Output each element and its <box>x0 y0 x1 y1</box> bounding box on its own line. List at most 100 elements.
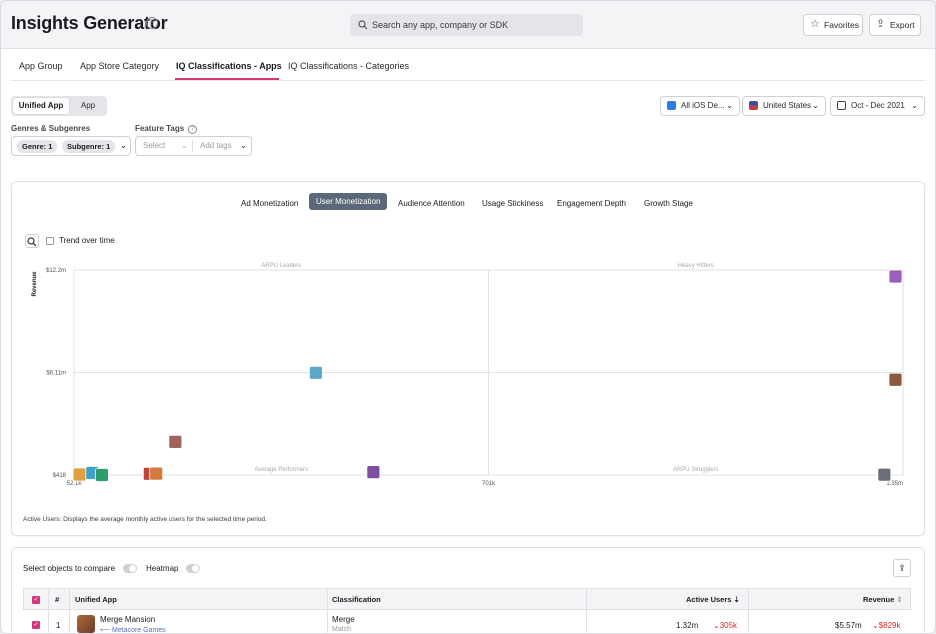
revenue-delta: ⌄$829k <box>872 621 901 630</box>
column-classification[interactable]: Classification <box>332 595 381 604</box>
app-data-point <box>877 467 892 482</box>
select-all-checkbox[interactable]: ✓ <box>32 596 40 604</box>
feature-tags-label: Feature Tags <box>135 124 185 133</box>
app-data-point <box>888 372 903 387</box>
sort-icon: ⇕ <box>896 595 903 604</box>
sort-desc-icon: ⇣ <box>733 595 740 604</box>
date-range-select[interactable]: Oct - Dec 2021 ⌄ <box>830 96 925 116</box>
favorites-button[interactable]: ☆ Favorites <box>803 14 863 36</box>
top-header: Insights Generator ? Search any app, com… <box>1 1 935 49</box>
chevron-down-icon: ⌄ <box>911 101 918 110</box>
upload-icon: ⇪ <box>876 18 886 30</box>
column-divider <box>327 588 328 633</box>
chevron-down-icon: ⌄ <box>181 141 188 150</box>
quadrant-label: ARPU Strugglers <box>673 467 719 473</box>
active-users-value: 1.32m <box>676 621 699 630</box>
column-unified-app[interactable]: Unified App <box>75 595 117 604</box>
search-placeholder: Search any app, company or SDK <box>372 20 509 30</box>
tab-divider <box>11 80 925 81</box>
device-select[interactable]: All iOS De... ⌄ <box>660 96 740 116</box>
search-icon <box>358 20 368 30</box>
publisher-name: Metacore Games <box>111 627 166 634</box>
select-placeholder: Select <box>143 141 166 150</box>
chevron-down-icon: ⌄ <box>726 101 733 110</box>
view-toggle: Unified App App <box>11 96 107 116</box>
revenue-value: $5.57m <box>835 621 862 630</box>
y-tick-label: $418 <box>53 473 67 479</box>
sub-classification: Match <box>332 626 352 633</box>
chart-footnote: Active Users: Displays the average month… <box>23 516 267 523</box>
star-icon: ☆ <box>810 18 820 30</box>
column-divider <box>748 588 749 633</box>
add-tags-placeholder: Add tags <box>200 141 232 150</box>
export-button[interactable]: ⇪ Export <box>869 14 921 36</box>
active-users-delta-value: 305k <box>719 621 738 630</box>
x-tick-label: 1.35m <box>886 481 903 487</box>
share-button[interactable]: ⇪ <box>893 559 911 577</box>
genre-select[interactable]: Genre: 1 Subgenre: 1 ⌄ <box>11 136 131 156</box>
heatmap-label: Heatmap <box>146 564 179 573</box>
publisher-link[interactable]: ⟵ Metacore Games <box>100 626 166 634</box>
scatter-chart: $418$6.11m$12.2m52.1k701k1.35mRevenueAct… <box>32 263 904 487</box>
column-divider <box>48 588 49 633</box>
tab-iq-classifications-categories[interactable]: IQ Classifications - Categories <box>288 61 409 71</box>
country-value: United States <box>763 101 812 110</box>
y-tick-label: $12.2m <box>46 268 66 274</box>
revenue-delta-value: $829k <box>878 621 901 630</box>
calendar-icon <box>837 101 846 110</box>
compare-toggle[interactable] <box>123 564 137 573</box>
device-value: All iOS De... <box>681 101 725 110</box>
chevron-down-icon: ⌄ <box>240 141 247 150</box>
row-rank: 1 <box>56 621 61 630</box>
row-checkbox[interactable]: ✓ <box>32 621 40 629</box>
favorites-label: Favorites <box>824 20 859 30</box>
genres-label: Genres & Subgenres <box>11 124 91 133</box>
down-chevron-icon: ⌄ <box>713 621 720 630</box>
chart-tab-ad-monetization[interactable]: Ad Monetization <box>241 198 298 209</box>
active-users-delta: ⌄305k <box>713 621 737 630</box>
tab-app-group[interactable]: App Group <box>19 61 63 71</box>
active-tab-indicator <box>175 78 279 80</box>
help-icon[interactable]: ? <box>146 17 158 29</box>
app-data-point <box>308 365 323 380</box>
column-revenue[interactable]: Revenue ⇕ <box>863 595 903 604</box>
arrow-left-icon: ⟵ <box>100 627 112 634</box>
app-toggle[interactable]: App <box>71 98 105 114</box>
trend-checkbox[interactable] <box>46 237 54 245</box>
app-name[interactable]: Merge Mansion <box>100 615 155 624</box>
column-divider <box>69 588 70 633</box>
column-rank[interactable]: # <box>55 595 59 604</box>
column-active-users[interactable]: Active Users ⇣ <box>686 595 740 604</box>
app-data-point <box>72 467 87 482</box>
y-axis-title: Revenue <box>32 271 38 297</box>
down-chevron-icon: ⌄ <box>872 621 879 630</box>
zoom-icon <box>27 237 37 247</box>
tab-iq-classifications-apps[interactable]: IQ Classifications - Apps <box>176 61 282 71</box>
chart-tab-engagement-depth[interactable]: Engagement Depth <box>557 198 626 209</box>
page-title: Insights Generator <box>11 13 168 33</box>
classification: Merge <box>332 615 355 624</box>
search-input[interactable]: Search any app, company or SDK <box>350 14 583 36</box>
share-icon: ⇪ <box>898 563 906 573</box>
country-select[interactable]: United States ⌄ <box>742 96 826 116</box>
tab-app-store-category[interactable]: App Store Category <box>80 61 159 71</box>
chart-tab-usage-stickiness[interactable]: Usage Stickiness <box>482 198 543 209</box>
heatmap-toggle[interactable] <box>186 564 200 573</box>
table-header <box>23 588 911 610</box>
y-tick-label: $6.11m <box>46 371 66 377</box>
zoom-button[interactable] <box>25 234 39 248</box>
chart-tab-audience-attention[interactable]: Audience Attention <box>398 198 465 209</box>
help-icon[interactable]: ? <box>188 125 197 134</box>
unified-app-toggle[interactable]: Unified App <box>13 98 69 114</box>
feature-tags-select[interactable]: Select ⌄ Add tags ⌄ <box>135 136 252 156</box>
trend-label: Trend over time <box>59 236 115 245</box>
chevron-down-icon: ⌄ <box>120 141 127 150</box>
app-data-point <box>366 465 381 480</box>
genre-pill: Genre: 1 <box>17 140 58 153</box>
x-tick-label: 52.1k <box>67 481 83 487</box>
us-flag-icon <box>749 101 758 110</box>
chart-tab-growth-stage[interactable]: Growth Stage <box>644 198 693 209</box>
chart-tab-user-monetization[interactable]: User Monetization <box>309 193 388 210</box>
export-label: Export <box>890 20 915 30</box>
app-data-point <box>888 269 903 284</box>
